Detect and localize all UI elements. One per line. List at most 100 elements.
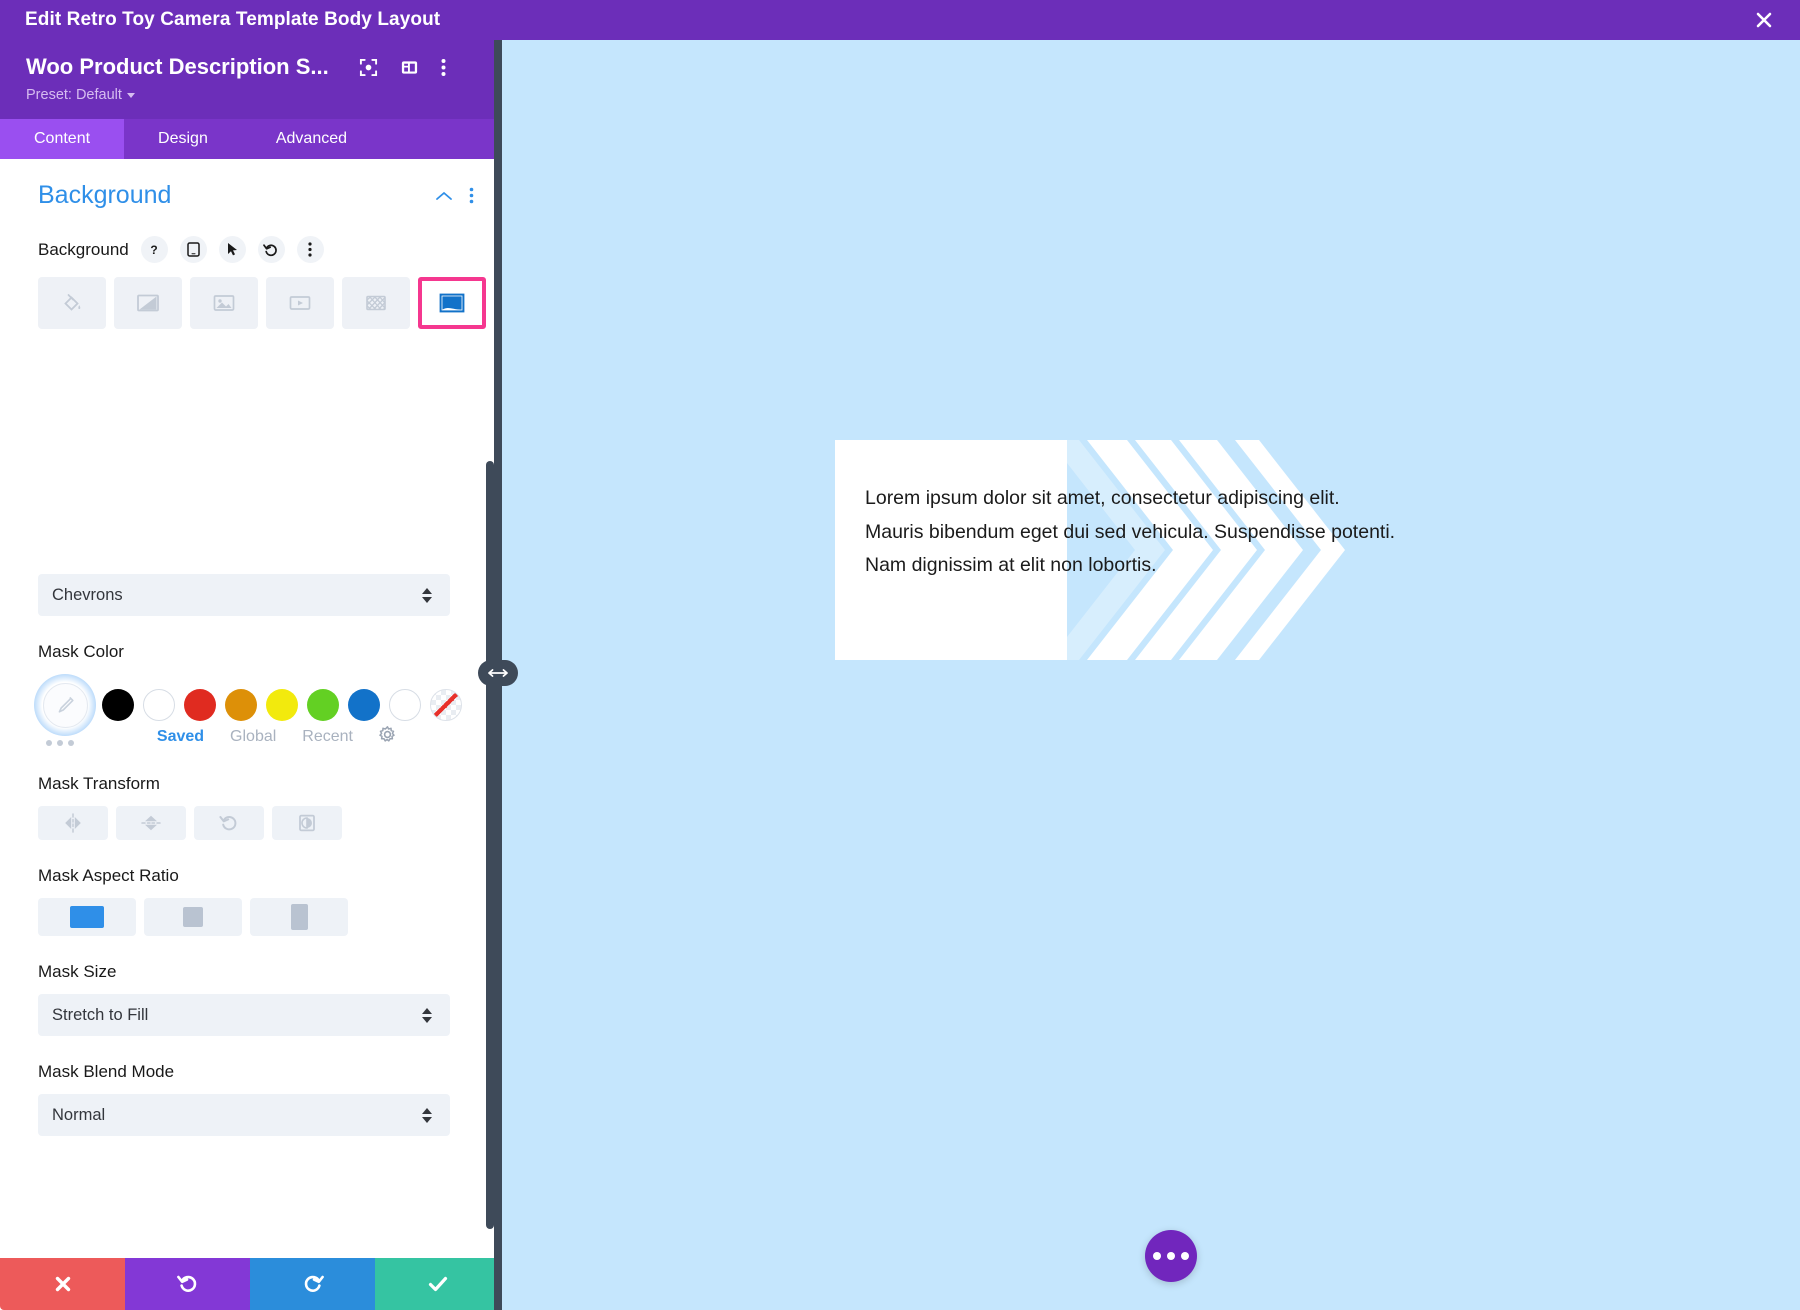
swatch-orange[interactable] (225, 689, 257, 721)
aspect-ratio-square[interactable] (144, 898, 242, 936)
section-title: Background (38, 181, 172, 209)
panel-resize-handle[interactable] (478, 660, 518, 686)
panel-action-bar (0, 1258, 500, 1310)
gear-icon[interactable] (379, 726, 396, 748)
background-type-pattern[interactable] (342, 277, 410, 329)
canvas-preview: Lorem ipsum dolor sit amet, consectetur … (500, 40, 1800, 1310)
tab-advanced-label: Advanced (275, 130, 348, 147)
tab-design[interactable]: Design (124, 119, 242, 159)
preset-selector[interactable]: Preset: Default (26, 87, 474, 103)
mask-color-swatches (0, 662, 500, 736)
layout-panel-icon[interactable] (400, 58, 419, 77)
module-body-text: Lorem ipsum dolor sit amet, consectetur … (865, 487, 1396, 577)
square-rect-icon (183, 907, 203, 927)
settings-tabs: Content Design Advanced (0, 119, 500, 159)
undo-icon (176, 1275, 196, 1292)
preset-label: Preset: Default (26, 87, 122, 103)
chevron-down-icon (126, 92, 135, 98)
mask-pattern-select-wrap: Chevrons (0, 574, 500, 616)
mask-pattern-preview-grid[interactable] (0, 329, 500, 574)
kebab-menu-icon[interactable] (441, 58, 446, 77)
mask-pattern-value: Chevrons (52, 585, 123, 604)
swatch-black[interactable] (102, 689, 134, 721)
stepper-arrows-icon (422, 1107, 432, 1123)
background-type-color-fill[interactable] (38, 277, 106, 329)
section-kebab-menu-icon[interactable] (469, 187, 474, 204)
aspect-ratio-landscape[interactable] (38, 898, 136, 936)
redo-button[interactable] (250, 1258, 375, 1310)
close-icon[interactable] (1750, 6, 1778, 34)
palette-tab-saved[interactable]: Saved (157, 728, 204, 746)
module-title: Woo Product Description S... (26, 54, 329, 79)
invert-icon[interactable] (272, 806, 342, 840)
eyedropper-icon[interactable] (42, 682, 88, 728)
background-type-image[interactable] (190, 277, 258, 329)
undo-button[interactable] (125, 1258, 250, 1310)
settings-body: Background Background ? Chevrons Mask Co… (0, 159, 500, 1310)
background-type-gradient[interactable] (114, 277, 182, 329)
stepper-arrows-icon (422, 587, 432, 603)
mask-blend-mode-select-wrap: Normal (0, 1082, 500, 1136)
page-title: Edit Retro Toy Camera Template Body Layo… (25, 9, 441, 30)
flip-horizontal-icon[interactable] (38, 806, 108, 840)
mask-color-label: Mask Color (38, 642, 124, 661)
discard-button[interactable] (0, 1258, 125, 1310)
background-type-mask[interactable] (418, 277, 486, 329)
svg-text:?: ? (151, 243, 158, 257)
tab-content-label: Content (34, 130, 91, 147)
divi-builder-screen: Edit Retro Toy Camera Template Body Layo… (0, 0, 1800, 1310)
tab-design-label: Design (158, 130, 208, 147)
field-kebab-menu-icon[interactable] (296, 236, 324, 263)
swatch-white[interactable] (143, 689, 175, 721)
tab-content[interactable]: Content (0, 119, 125, 159)
reset-undo-icon[interactable] (257, 236, 285, 263)
responsive-mobile-icon[interactable] (179, 236, 207, 263)
swatch-transparent[interactable] (430, 689, 462, 721)
woo-product-description-module[interactable]: Lorem ipsum dolor sit amet, consectetur … (835, 440, 1405, 660)
resize-horizontal-icon (488, 669, 508, 677)
mask-size-select[interactable]: Stretch to Fill (38, 994, 450, 1036)
palette-tab-global[interactable]: Global (230, 728, 276, 746)
background-section-header: Background (0, 159, 500, 210)
check-icon (428, 1276, 447, 1292)
help-icon[interactable]: ? (140, 236, 168, 263)
swatch-blue[interactable] (348, 689, 380, 721)
landscape-rect-icon (70, 906, 104, 928)
focus-icon[interactable] (359, 58, 378, 77)
module-settings-panel: Woo Product Description S... Preset: Def… (0, 40, 500, 1310)
background-type-tabs (0, 263, 500, 329)
swatch-yellow[interactable] (266, 689, 298, 721)
swatch-red[interactable] (184, 689, 216, 721)
background-field-label: Background (38, 239, 129, 259)
flip-vertical-icon[interactable] (116, 806, 186, 840)
mask-transform-buttons (0, 794, 500, 840)
mask-pattern-select[interactable]: Chevrons (38, 574, 450, 616)
mask-size-select-wrap: Stretch to Fill (0, 982, 500, 1036)
mask-transform-label: Mask Transform (38, 774, 160, 793)
palette-tab-recent[interactable]: Recent (302, 728, 353, 746)
background-type-video[interactable] (266, 277, 334, 329)
more-options-icon[interactable] (1145, 1230, 1197, 1282)
eyedropper-selected-ring (34, 674, 96, 736)
hover-cursor-icon[interactable] (218, 236, 246, 263)
chevron-up-icon[interactable] (435, 190, 453, 202)
tab-advanced[interactable]: Advanced (241, 119, 382, 159)
background-field-row: Background ? (0, 210, 500, 263)
swatch-white-outline[interactable] (389, 689, 421, 721)
mask-blend-mode-select[interactable]: Normal (38, 1094, 450, 1136)
mask-blend-mode-value: Normal (52, 1105, 106, 1124)
panel-scrollbar[interactable] (486, 461, 494, 1229)
swatch-green[interactable] (307, 689, 339, 721)
settings-panel-header: Woo Product Description S... Preset: Def… (0, 40, 500, 119)
mask-blend-mode-label: Mask Blend Mode (38, 1062, 175, 1081)
mask-size-value: Stretch to Fill (52, 1005, 149, 1024)
x-icon (55, 1276, 70, 1292)
save-button[interactable] (375, 1258, 500, 1310)
top-bar: Edit Retro Toy Camera Template Body Layo… (0, 0, 1800, 40)
redo-icon (304, 1275, 324, 1292)
stepper-arrows-icon (422, 1007, 432, 1023)
mask-aspect-ratio-label: Mask Aspect Ratio (38, 866, 179, 885)
portrait-rect-icon (290, 904, 308, 930)
aspect-ratio-portrait[interactable] (250, 898, 348, 936)
rotate-icon[interactable] (194, 806, 264, 840)
